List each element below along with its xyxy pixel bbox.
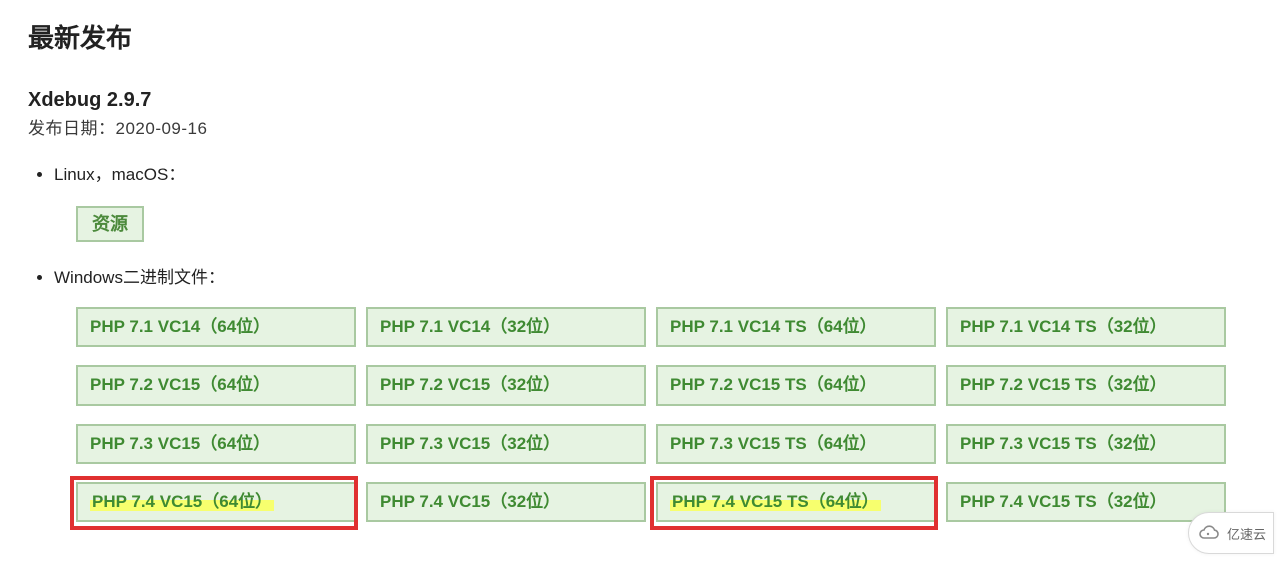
watermark-badge: 亿速云 — [1188, 512, 1274, 554]
download-cell: PHP 7.3 VC15（32位） — [366, 424, 646, 464]
download-cell: PHP 7.3 VC15 TS（64位） — [656, 424, 936, 464]
download-cell: PHP 7.1 VC14（32位） — [366, 307, 646, 347]
download-button[interactable]: PHP 7.1 VC14 TS（32位） — [946, 307, 1226, 347]
download-button[interactable]: PHP 7.4 VC15（32位） — [366, 482, 646, 522]
download-cell: PHP 7.1 VC14 TS（32位） — [946, 307, 1226, 347]
page-title: 最新发布 — [28, 18, 1252, 55]
download-cell: PHP 7.4 VC15 TS（64位） — [656, 482, 936, 522]
download-button[interactable]: PHP 7.3 VC15 TS（32位） — [946, 424, 1226, 464]
source-button[interactable]: 资源 — [76, 206, 144, 242]
download-cell: PHP 7.1 VC14 TS（64位） — [656, 307, 936, 347]
download-cell: PHP 7.4 VC15（64位） — [76, 482, 356, 522]
section-label: Windows二进制文件： — [54, 268, 225, 287]
download-label-highlighted: PHP 7.4 VC15 TS（64位） — [670, 492, 881, 512]
download-button[interactable]: PHP 7.2 VC15（64位） — [76, 365, 356, 405]
cloud-icon — [1197, 521, 1221, 545]
download-grid: PHP 7.1 VC14（64位）PHP 7.1 VC14（32位）PHP 7.… — [76, 307, 1252, 523]
download-cell: PHP 7.2 VC15（32位） — [366, 365, 646, 405]
download-button[interactable]: PHP 7.4 VC15 TS（64位） — [656, 482, 936, 522]
download-button[interactable]: PHP 7.1 VC14 TS（64位） — [656, 307, 936, 347]
section-windows: Windows二进制文件： PHP 7.1 VC14（64位）PHP 7.1 V… — [54, 264, 1252, 522]
download-button[interactable]: PHP 7.2 VC15（32位） — [366, 365, 646, 405]
download-label-highlighted: PHP 7.4 VC15（64位） — [90, 492, 274, 512]
release-date: 发布日期：2020-09-16 — [28, 114, 1252, 139]
section-linux-macos: Linux，macOS： 资源 — [54, 161, 1252, 242]
watermark-text: 亿速云 — [1227, 524, 1266, 543]
download-button[interactable]: PHP 7.2 VC15 TS（64位） — [656, 365, 936, 405]
download-button[interactable]: PHP 7.3 VC15 TS（64位） — [656, 424, 936, 464]
download-button[interactable]: PHP 7.1 VC14（64位） — [76, 307, 356, 347]
download-cell: PHP 7.1 VC14（64位） — [76, 307, 356, 347]
download-button[interactable]: PHP 7.3 VC15（64位） — [76, 424, 356, 464]
download-button[interactable]: PHP 7.2 VC15 TS（32位） — [946, 365, 1226, 405]
download-button[interactable]: PHP 7.4 VC15（64位） — [76, 482, 356, 522]
download-cell: PHP 7.2 VC15 TS（64位） — [656, 365, 936, 405]
download-cell: PHP 7.4 VC15（32位） — [366, 482, 646, 522]
download-cell: PHP 7.2 VC15 TS（32位） — [946, 365, 1226, 405]
download-cell: PHP 7.2 VC15（64位） — [76, 365, 356, 405]
download-cell: PHP 7.3 VC15 TS（32位） — [946, 424, 1226, 464]
product-version: Xdebug 2.9.7 — [28, 89, 1252, 112]
section-label: Linux，macOS： — [54, 165, 185, 184]
download-button[interactable]: PHP 7.4 VC15 TS（32位） — [946, 482, 1226, 522]
download-button[interactable]: PHP 7.1 VC14（32位） — [366, 307, 646, 347]
download-cell: PHP 7.4 VC15 TS（32位） — [946, 482, 1226, 522]
download-button[interactable]: PHP 7.3 VC15（32位） — [366, 424, 646, 464]
download-cell: PHP 7.3 VC15（64位） — [76, 424, 356, 464]
